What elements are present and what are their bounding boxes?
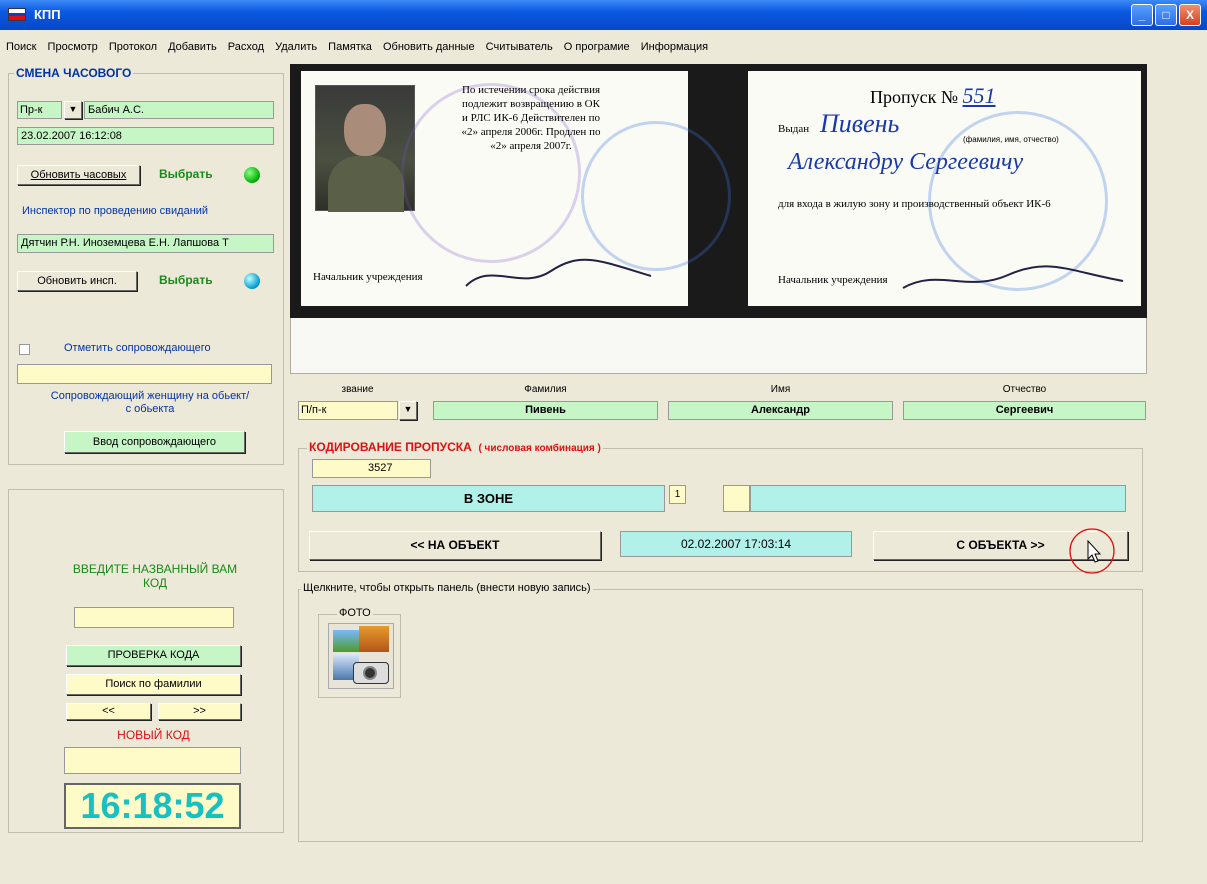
choose-inspector-link[interactable]: Выбрать (159, 273, 213, 287)
event-timestamp-field: 02.02.2007 17:03:14 (620, 531, 852, 557)
zone-count-field: 1 (669, 485, 686, 504)
cursor-highlight-icon (1069, 528, 1115, 574)
choose-guard-link[interactable]: Выбрать (159, 167, 213, 181)
update-inspectors-button[interactable]: Обновить инсп. (17, 271, 137, 291)
escort-field[interactable] (17, 364, 272, 384)
rank-dropdown-icon[interactable]: ▼ (64, 101, 82, 119)
to-object-button[interactable]: << НА ОБЪЕКТ (309, 531, 601, 560)
guard-datetime-field[interactable]: 23.02.2007 16:12:08 (17, 127, 274, 145)
rank-select[interactable]: Пр-к (17, 101, 62, 119)
menu-item-view[interactable]: Просмотр (48, 41, 98, 53)
inspectors-field[interactable]: Дятчин Р.Н. Иноземцева Е.Н. Лапшова Т (17, 234, 274, 253)
menu-item-info[interactable]: Информация (641, 41, 708, 53)
escort-check-label: Отметить сопровождающего (64, 342, 211, 354)
update-guards-button[interactable]: Обновить часовых (17, 165, 140, 185)
inspector-label: Инспектор по проведению свиданий (22, 205, 209, 217)
code-prompt: ВВЕДИТЕ НАЗВАННЫЙ ВАМ КОД (72, 562, 238, 590)
menu-item-reader[interactable]: Считыватель (486, 41, 553, 53)
clock-display: 16:18:52 (64, 783, 241, 829)
head-signature-label-left: Начальник учреждения (313, 271, 423, 283)
pass-card-left: По истечении срока действия подлежит воз… (301, 71, 731, 306)
menu-item-memo[interactable]: Памятка (328, 41, 372, 53)
photo-label: ФОТО (337, 607, 373, 619)
pass-number: 551 (962, 83, 996, 108)
escort-checkbox[interactable] (19, 344, 30, 355)
title-bar: КПП _ □ X (0, 0, 1207, 30)
russian-flag-icon (8, 8, 26, 21)
surname-label: Фамилия (524, 384, 567, 395)
records-panel (298, 589, 1143, 842)
window-title: КПП (34, 7, 61, 22)
issued-names: Александру Сергеевичу (788, 149, 1024, 175)
head-signature-label-right: Начальник учреждения (778, 274, 888, 286)
menu-bar: Поиск Просмотр Протокол Добавить Расход … (0, 38, 1207, 56)
pass-validity-text: По истечении срока действия подлежит воз… (461, 84, 601, 152)
new-code-field[interactable] (64, 747, 241, 774)
issued-caption: (фамилия, имя, отчество) (963, 135, 1059, 144)
menu-item-add[interactable]: Добавить (168, 41, 217, 53)
name-label: Имя (770, 384, 791, 395)
code-input[interactable] (74, 607, 234, 628)
prev-button[interactable]: << (66, 703, 151, 720)
guard-shift-title: СМЕНА ЧАСОВОГО (14, 66, 134, 80)
inspector-status-led-icon (244, 273, 260, 289)
guard-status-led-icon (244, 167, 260, 183)
menu-item-refresh[interactable]: Обновить данные (383, 41, 475, 53)
person-rank-select[interactable]: П/п-к (298, 401, 398, 420)
search-surname-button[interactable]: Поиск по фамилии (66, 674, 241, 695)
issued-label: Выдан (778, 123, 810, 135)
person-surname-field[interactable]: Пивень (433, 401, 658, 420)
signature-right-icon (902, 265, 1124, 289)
signature-left-icon (465, 258, 652, 287)
photo-icon[interactable] (328, 623, 394, 689)
menu-item-protocol[interactable]: Протокол (109, 41, 157, 53)
next-button[interactable]: >> (158, 703, 241, 720)
rank-label: звание (341, 384, 374, 395)
records-title[interactable]: Щелкните, чтобы открыть панель (внести н… (301, 582, 593, 594)
patronymic-label: Отчество (1002, 384, 1047, 395)
maximize-button[interactable]: □ (1155, 4, 1177, 26)
zone-status-field: В ЗОНЕ (312, 485, 665, 512)
person-rank-dropdown-icon[interactable]: ▼ (399, 401, 417, 420)
menu-item-about[interactable]: О програмие (564, 41, 630, 53)
menu-item-expense[interactable]: Расход (228, 41, 264, 53)
minimize-button[interactable]: _ (1131, 4, 1153, 26)
extra-info-field (750, 485, 1126, 512)
check-code-button[interactable]: ПРОВЕРКА КОДА (66, 645, 241, 666)
person-patronymic-field[interactable]: Сергеевич (903, 401, 1146, 420)
issued-surname: Пивень (820, 109, 900, 138)
coding-title: КОДИРОВАНИЕ ПРОПУСКА ( числовая комбинац… (307, 440, 603, 454)
pass-code-field[interactable]: 3527 (312, 459, 431, 478)
pass-card-right: Пропуск № 551 Выдан Пивень (фамилия, имя… (748, 71, 1141, 306)
pass-purpose-text: для входа в жилую зону и производственны… (778, 198, 1051, 210)
person-name-field[interactable]: Александр (668, 401, 893, 420)
close-button[interactable]: X (1179, 4, 1201, 26)
person-photo (315, 85, 415, 212)
pass-number-label: Пропуск № 551 (870, 83, 996, 108)
guard-name-field[interactable]: Бабич А.С. (84, 101, 274, 119)
new-code-label: НОВЫЙ КОД (117, 728, 190, 742)
enter-escort-button[interactable]: Ввод сопровождающего (64, 431, 245, 453)
extra-code-field[interactable] (723, 485, 750, 512)
stamp-round-icon (581, 121, 731, 271)
menu-item-delete[interactable]: Удалить (275, 41, 317, 53)
menu-item-search[interactable]: Поиск (6, 41, 36, 53)
escort-note: Сопровождающий женщину на обьект/ с обье… (50, 390, 250, 415)
